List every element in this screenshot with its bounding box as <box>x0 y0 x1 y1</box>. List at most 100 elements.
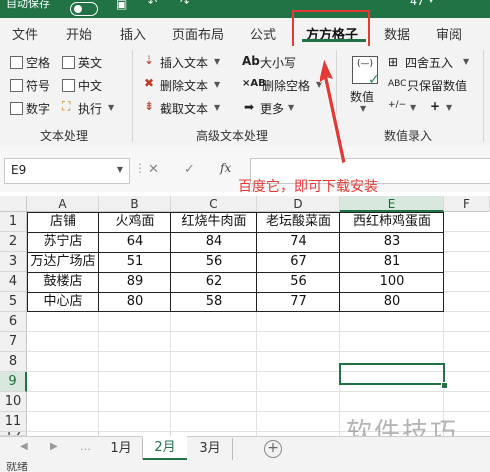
table-header-cell[interactable]: 店铺 <box>27 212 99 232</box>
table-cell[interactable]: 苏宁店 <box>27 232 99 252</box>
redo-icon[interactable]: ↷ <box>180 0 189 9</box>
case-button[interactable]: 大小写 <box>260 54 296 71</box>
table-cell[interactable]: 58 <box>171 292 257 312</box>
row-header[interactable]: 3 <box>0 252 27 272</box>
delete-text-button[interactable]: 删除文本 <box>160 77 208 94</box>
table-cell[interactable]: 56 <box>171 252 257 272</box>
table-header-cell[interactable]: 红烧牛肉面 <box>171 212 257 232</box>
select-all-corner[interactable] <box>0 196 27 212</box>
row-header[interactable]: 6 <box>0 312 27 332</box>
function-icon[interactable]: fx <box>220 161 231 175</box>
delete-space-button[interactable]: 删除空格 <box>262 77 310 94</box>
table-cell[interactable]: 84 <box>171 232 257 252</box>
column-header-b[interactable]: B <box>99 196 171 212</box>
table-cell[interactable]: 万达广场店 <box>27 252 99 272</box>
save-icon[interactable]: ▣ <box>116 0 127 11</box>
table-cell[interactable]: 74 <box>257 232 340 252</box>
cancel-icon[interactable]: ✕ <box>148 162 159 177</box>
more-sheets-icon[interactable]: … <box>80 440 91 453</box>
tab-page-layout[interactable]: 页面布局 <box>172 24 224 43</box>
tab-insert[interactable]: 插入 <box>120 24 146 43</box>
insert-text-dropdown-icon[interactable]: ▼ <box>214 57 220 66</box>
tab-review[interactable]: 审阅 <box>436 24 462 43</box>
table-header-cell[interactable]: 火鸡面 <box>99 212 171 232</box>
tab-formulas[interactable]: 公式 <box>250 24 276 43</box>
table-cell[interactable]: 89 <box>99 272 171 292</box>
enter-icon[interactable]: ✓ <box>184 162 195 177</box>
delete-text-dropdown-icon[interactable]: ▼ <box>214 80 220 89</box>
checkmark-icon: ✓ <box>368 72 380 88</box>
table-cell[interactable]: 67 <box>257 252 340 272</box>
tab-home[interactable]: 开始 <box>66 24 92 43</box>
table-cell[interactable]: 83 <box>340 232 444 252</box>
round-button[interactable]: 四舍五入 <box>405 54 453 71</box>
execute-dropdown-icon[interactable]: ▼ <box>108 103 114 112</box>
table-header-cell[interactable]: 西红柿鸡蛋面 <box>340 212 444 232</box>
row-header[interactable]: 5 <box>0 292 27 312</box>
gridline <box>256 312 257 436</box>
name-box-dropdown-icon[interactable]: ▼ <box>117 165 123 174</box>
more-dropdown-icon[interactable]: ▼ <box>288 103 294 112</box>
autosave-toggle[interactable] <box>70 2 98 16</box>
table-cell[interactable]: 80 <box>340 292 444 312</box>
column-header-c[interactable]: C <box>171 196 257 212</box>
name-box-value: E9 <box>11 163 27 177</box>
plus-dropdown-icon[interactable]: ▼ <box>446 103 452 112</box>
column-header-d[interactable]: D <box>257 196 340 212</box>
extract-text-dropdown-icon[interactable]: ▼ <box>214 103 220 112</box>
plus-icon[interactable]: + <box>430 99 440 113</box>
row-header[interactable]: 10 <box>0 392 27 412</box>
row-header[interactable]: 7 <box>0 332 27 352</box>
row-header[interactable]: 8 <box>0 352 27 372</box>
table-cell[interactable]: 中心店 <box>27 292 99 312</box>
tab-data[interactable]: 数据 <box>384 24 410 43</box>
table-cell[interactable]: 80 <box>99 292 171 312</box>
chinese-checkbox-label: 中文 <box>78 79 103 93</box>
column-header-e[interactable]: E <box>340 196 444 212</box>
sign-dropdown-icon[interactable]: ▼ <box>410 103 416 112</box>
table-cell[interactable]: 100 <box>340 272 444 292</box>
table-cell[interactable]: 62 <box>171 272 257 292</box>
selected-cell-e9[interactable] <box>339 363 445 385</box>
table-cell[interactable]: 77 <box>257 292 340 312</box>
execute-button[interactable]: 执行 <box>78 100 102 117</box>
chinese-checkbox[interactable] <box>62 79 75 92</box>
keep-numeric-button[interactable]: 只保留数值 <box>407 77 467 94</box>
row-header[interactable]: 9 <box>0 372 27 392</box>
fill-handle[interactable] <box>441 382 448 389</box>
insert-text-button[interactable]: 插入文本 <box>160 54 208 71</box>
table-cell[interactable]: 81 <box>340 252 444 272</box>
tab-file[interactable]: 文件 <box>12 24 38 43</box>
row-header[interactable]: 1 <box>0 212 27 232</box>
scroll-right-icon[interactable]: ▶ <box>50 441 58 452</box>
extract-text-icon: ⇟ <box>144 99 155 113</box>
row-header[interactable]: 11 <box>0 412 27 432</box>
tab-divider <box>232 438 233 460</box>
sheet-tab-2-active[interactable]: 2月 <box>143 436 187 460</box>
number-checkbox[interactable] <box>10 102 23 115</box>
undo-icon[interactable]: ↶ <box>148 0 157 9</box>
sign-icon: +/− <box>388 100 407 110</box>
sheet-tab-3[interactable]: 3月 <box>189 438 231 460</box>
column-header-a[interactable]: A <box>27 196 99 212</box>
row-header[interactable]: 4 <box>0 272 27 292</box>
chevron-down-icon[interactable]: ▼ <box>428 0 434 4</box>
symbol-checkbox[interactable] <box>10 79 23 92</box>
sheet-tab-1[interactable]: 1月 <box>100 438 142 460</box>
numeric-dropdown-icon[interactable]: ▼ <box>360 104 366 113</box>
space-checkbox[interactable] <box>10 56 23 69</box>
extract-text-button[interactable]: 截取文本 <box>160 100 208 117</box>
add-sheet-button[interactable]: + <box>264 440 282 458</box>
row-header[interactable]: 2 <box>0 232 27 252</box>
english-checkbox[interactable] <box>62 56 75 69</box>
round-dropdown-icon[interactable]: ▼ <box>463 57 469 66</box>
scroll-left-icon[interactable]: ◀ <box>20 441 28 452</box>
table-cell[interactable]: 56 <box>257 272 340 292</box>
table-cell[interactable]: 51 <box>99 252 171 272</box>
name-box[interactable]: E9 ▼ <box>4 158 130 184</box>
table-header-cell[interactable]: 老坛酸菜面 <box>257 212 340 232</box>
table-cell[interactable]: 鼓楼店 <box>27 272 99 292</box>
table-cell[interactable]: 64 <box>99 232 171 252</box>
more-button[interactable]: 更多 <box>260 100 284 117</box>
column-header-f[interactable]: F <box>444 196 490 212</box>
